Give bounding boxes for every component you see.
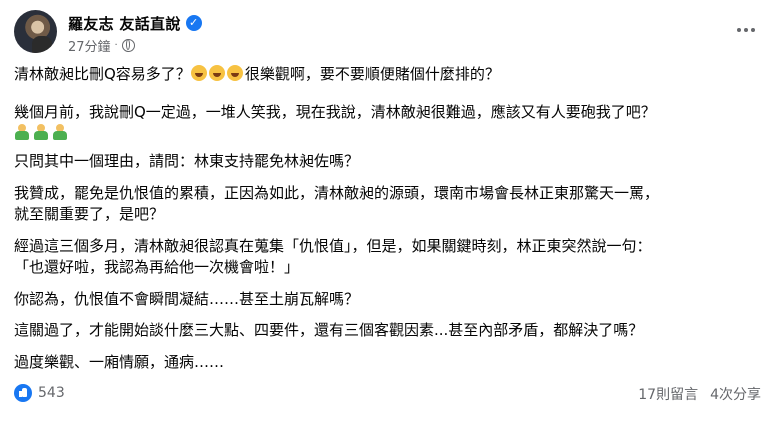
paragraph-text: 這關過了，才能開始談什麼三大點、四要件，還有三個客觀因素...甚至內部矛盾，都解… xyxy=(14,321,644,339)
paragraph-3: 只問其中一個理由，請問：林東支持罷免林昶佐嗎？ xyxy=(14,151,359,172)
post-timestamp[interactable]: 27分鐘 xyxy=(68,36,111,55)
paragraph-text: 你認為，仇恨值不會瞬間凝結……甚至土崩瓦解嗎？ xyxy=(14,290,360,308)
post-header: 羅友志 友話直說 ✓ 27分鐘 · xyxy=(14,10,764,60)
paragraph-text: 只問其中一個理由，請問：林東支持罷免林昶佐嗎？ xyxy=(14,152,360,170)
laughing-face-icon xyxy=(226,65,243,81)
paragraph-7: 這關過了，才能開始談什麼三大點、四要件，還有三個客觀因素...甚至內部矛盾，都解… xyxy=(14,320,643,341)
paragraph-5: 經過這三個多月，清林敵昶很認真在蒐集「仇恨值」，但是，如果關鍵時刻，林正東突然說… xyxy=(14,236,652,278)
paragraph-4: 我贊成，罷免是仇恨值的累積，正因為如此，清林敵昶的源頭，環南市場會長林正東那驚天… xyxy=(14,183,659,225)
paragraph-6: 你認為，仇恨值不會瞬間凝結……甚至土崩瓦解嗎？ xyxy=(14,289,359,310)
paragraph-text: 清林敵昶比刪Q容易多了？ xyxy=(14,65,191,83)
paragraph-text: 經過這三個多月，清林敵昶很認真在蒐集「仇恨值」，但是，如果關鍵時刻，林正東突然說… xyxy=(14,237,652,255)
avatar[interactable] xyxy=(14,10,57,53)
paragraph-text: 幾個月前，我說刪Q一定過，一堆人笑我，現在我說，清林敵昶很難過，應該又有人要砲我… xyxy=(14,103,656,121)
paragraph-text: 就至關重要了，是吧？ xyxy=(14,205,165,223)
paragraph-1: 清林敵昶比刪Q容易多了？ 很樂觀啊，要不要順便賭個什麼排的？ xyxy=(14,64,500,85)
shares-count[interactable]: 4次分享 xyxy=(710,384,761,404)
reactions-summary[interactable]: 543 xyxy=(14,384,65,402)
laughing-face-icon xyxy=(190,65,207,81)
globe-icon xyxy=(121,38,135,52)
paragraph-8: 過度樂觀、一廂情願，通病…… xyxy=(14,352,224,373)
person-gesturing-icon xyxy=(52,124,68,140)
person-gesturing-icon xyxy=(14,124,30,140)
reactions-count[interactable]: 543 xyxy=(38,385,65,401)
engagement-counts: 17則留言 4次分享 xyxy=(638,384,761,404)
paragraph-2: 幾個月前，我說刪Q一定過，一堆人笑我，現在我說，清林敵昶很難過，應該又有人要砲我… xyxy=(14,102,656,144)
laughing-face-icon xyxy=(208,65,225,81)
person-gesturing-icon xyxy=(33,124,49,140)
paragraph-text: 很樂觀啊，要不要順便賭個什麼排的？ xyxy=(244,65,500,83)
post-footer: 543 17則留言 4次分享 xyxy=(14,384,761,410)
verified-badge-icon: ✓ xyxy=(185,15,202,31)
paragraph-text: 我贊成，罷免是仇恨值的累積，正因為如此，清林敵昶的源頭，環南市場會長林正東那驚天… xyxy=(14,184,660,202)
author-row: 羅友志 友話直說 ✓ xyxy=(68,13,202,33)
post-meta: 27分鐘 · xyxy=(68,36,135,55)
like-icon xyxy=(14,384,32,402)
paragraph-text: 「也還好啦，我認為再給他一次機會啦！」 xyxy=(14,258,300,276)
more-options-button[interactable] xyxy=(730,18,762,42)
author-name[interactable]: 羅友志 友話直說 xyxy=(68,13,181,34)
comments-count[interactable]: 17則留言 xyxy=(638,384,698,404)
separator-dot: · xyxy=(114,39,118,51)
paragraph-text: 過度樂觀、一廂情願，通病…… xyxy=(14,353,225,371)
